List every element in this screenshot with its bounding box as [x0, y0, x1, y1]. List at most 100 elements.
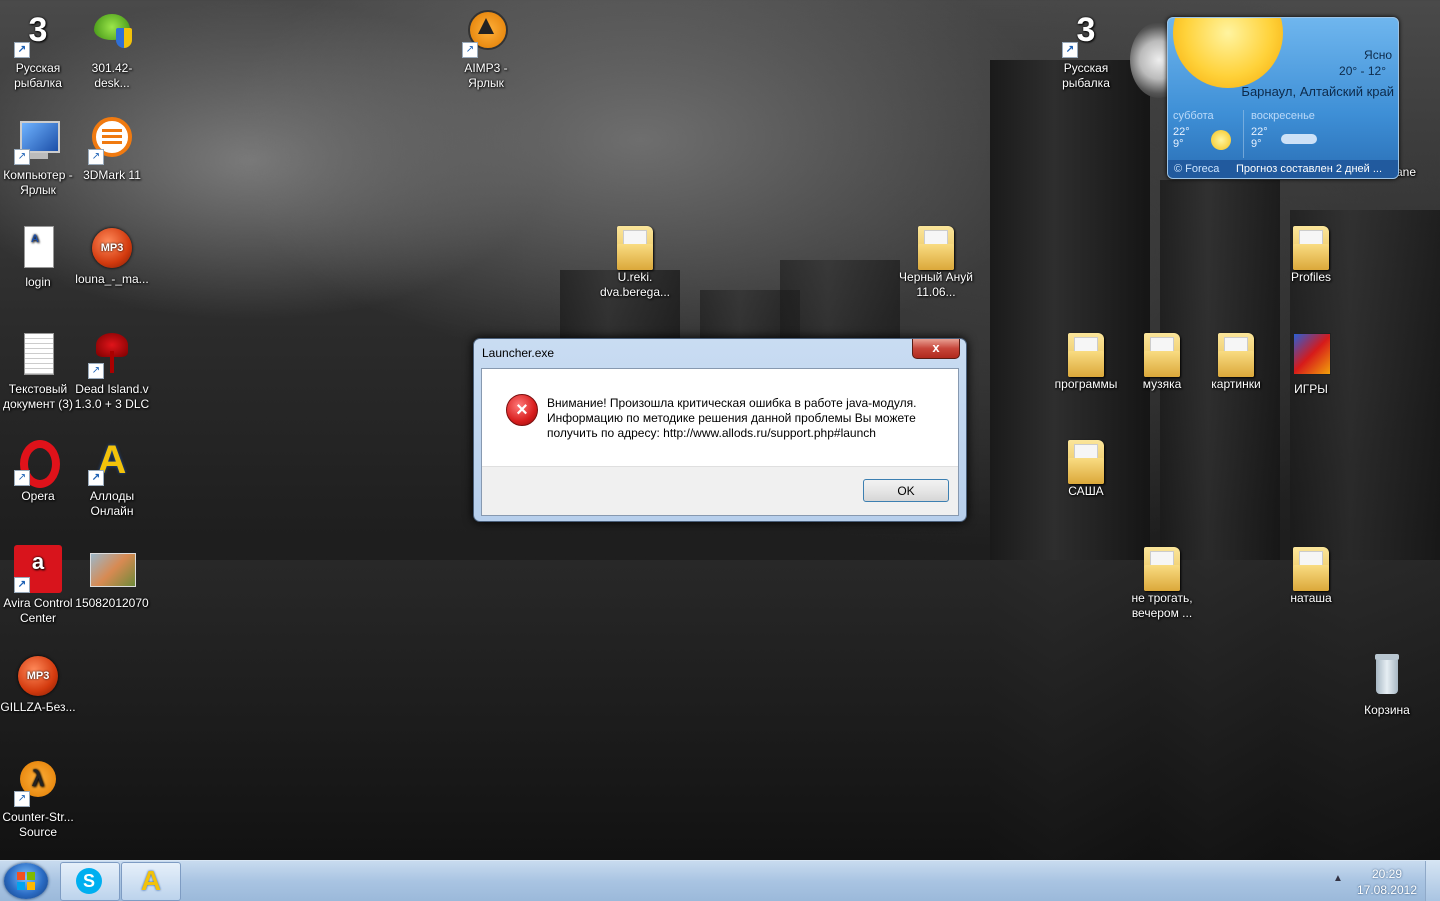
desktop-icon-igry[interactable]: ИГРЫ	[1273, 331, 1349, 397]
desktop-icon-kartinki-folder[interactable]: картинки	[1198, 331, 1274, 392]
dialog-message: Внимание! Произошла критическая ошибка в…	[547, 396, 917, 440]
desktop: 3 ↗ Русская рыбалка ↗ Компьютер - Ярлык A…	[0, 0, 1440, 860]
photo-icon	[88, 545, 136, 593]
desktop-icon-opera[interactable]: ↗ Opera	[0, 438, 76, 504]
close-button[interactable]: x	[912, 339, 960, 359]
russian-fishing-icon: 3 ↗	[14, 10, 62, 58]
desktop-icon-cherny-folder[interactable]: Черный Ануй 11.06...	[898, 224, 974, 300]
3dmark-icon: ↗	[88, 117, 136, 165]
icon-label: GILLZA-Без...	[0, 700, 76, 714]
wallpaper-rubble	[0, 560, 1440, 860]
document-icon: A	[14, 224, 62, 272]
icon-label: AIMP3 - Ярлык	[464, 61, 508, 90]
show-desktop-button[interactable]	[1425, 861, 1440, 901]
dialog-title: Launcher.exe	[482, 346, 555, 360]
weather-brand-link[interactable]: © Foreca	[1174, 160, 1219, 178]
games-icon	[1287, 331, 1335, 379]
desktop-icon-counter-strike[interactable]: λ ↗ Counter-Str... Source	[0, 759, 76, 840]
desktop-icon-allods[interactable]: A ↗ Аллоды Онлайн	[74, 438, 150, 519]
icon-label: Русская рыбалка	[14, 61, 62, 90]
nvidia-installer-icon	[88, 10, 136, 58]
icon-label: Counter-Str... Source	[2, 810, 74, 839]
desktop-icon-russian-fishing-left[interactable]: 3 ↗ Русская рыбалка	[0, 10, 76, 91]
taskbar-skype-button[interactable]: S	[60, 862, 120, 901]
weather-city: Барнаул, Алтайский край	[1241, 84, 1394, 99]
icon-label: музяка	[1142, 377, 1182, 391]
desktop-icon-aimp[interactable]: ↗ AIMP3 - Ярлык	[448, 10, 524, 91]
desktop-icon-louna[interactable]: MP3 louna_-_ma...	[74, 224, 150, 287]
taskbar-allods-button[interactable]: A	[121, 862, 181, 901]
desktop-icon-natasha-folder[interactable]: наташа	[1273, 545, 1349, 606]
desktop-icon-sasha-folder[interactable]: САША	[1048, 438, 1124, 499]
recycle-bin-icon	[1363, 652, 1411, 700]
folder-icon	[617, 226, 653, 270]
desktop-icon-computer[interactable]: ↗ Компьютер - Ярлык	[0, 117, 76, 198]
desktop-icon-muzyka-folder[interactable]: музяка	[1124, 331, 1200, 392]
folder-icon	[1293, 547, 1329, 591]
cloud-icon	[1281, 134, 1317, 144]
forecast-low: 9°	[1251, 138, 1262, 150]
folder-icon	[1218, 333, 1254, 377]
icon-label: Аллоды Онлайн	[89, 489, 135, 518]
desktop-icon-3dmark[interactable]: ↗ 3DMark 11	[74, 117, 150, 183]
forecast-day-sunday: воскресенье 22° 9°	[1251, 110, 1391, 156]
desktop-icon-ureki-folder[interactable]: U.reki. dva.berega...	[597, 224, 673, 300]
forecast-low: 9°	[1173, 138, 1184, 150]
desktop-icon-text-document[interactable]: Текстовый документ (3)	[0, 331, 76, 412]
weather-footer: © Foreca Прогноз составлен 2 дней ...	[1168, 160, 1398, 178]
dialog-button-bar: OK	[482, 466, 958, 515]
desktop-icon-recycle-bin[interactable]: Корзина	[1349, 652, 1425, 718]
mp3-icon: MP3	[92, 228, 132, 268]
clock-time: 20:29	[1371, 867, 1403, 881]
start-button[interactable]	[4, 863, 48, 899]
icon-label: login	[25, 275, 51, 289]
icon-label: Profiles	[1290, 270, 1331, 284]
desktop-icon-gillza[interactable]: MP3 GILLZA-Без...	[0, 652, 76, 715]
icon-label: U.reki. dva.berega...	[599, 270, 671, 299]
desktop-icon-dead-island[interactable]: ↗ Dead Island.v 1.3.0 + 3 DLC	[74, 331, 150, 412]
weather-gadget[interactable]: Ясно 20° - 12° Барнаул, Алтайский край с…	[1167, 17, 1399, 179]
opera-icon: ↗	[14, 438, 62, 488]
sun-icon	[1173, 18, 1283, 88]
windows-logo-icon	[17, 872, 35, 890]
forecast-divider	[1243, 110, 1244, 158]
taskbar-clock[interactable]: 20:29 17.08.2012	[1350, 866, 1424, 898]
show-hidden-icons-icon[interactable]: ▲	[1333, 873, 1343, 884]
forecast-high: 22°	[1251, 126, 1268, 138]
icon-label: Корзина	[1364, 703, 1410, 717]
icon-label: не трогать, вечером ...	[1131, 591, 1193, 620]
desktop-icon-avira[interactable]: a ↗ Avira Control Center	[0, 545, 76, 626]
icon-label: САША	[1068, 484, 1104, 498]
folder-icon	[1068, 333, 1104, 377]
icon-label: louna_-_ma...	[75, 272, 149, 286]
forecast-day-name: суббота	[1173, 110, 1214, 122]
dialog-content: × Внимание! Произошла критическая ошибка…	[481, 368, 959, 516]
russian-fishing-icon: 3 ↗	[1062, 10, 1110, 58]
error-dialog[interactable]: Launcher.exe x × Внимание! Произошла кри…	[473, 338, 967, 522]
folder-icon	[1144, 547, 1180, 591]
error-icon: ×	[506, 394, 538, 426]
sun-icon	[1211, 130, 1231, 150]
allods-icon: A ↗	[88, 438, 136, 486]
desktop-icon-login[interactable]: A login	[0, 224, 76, 290]
icon-label: 301.42-desk...	[91, 61, 133, 90]
close-icon: x	[932, 340, 940, 355]
desktop-icon-programmy-folder[interactable]: программы	[1048, 331, 1124, 392]
folder-icon	[918, 226, 954, 270]
icon-label: Компьютер - Ярлык	[3, 168, 73, 197]
counter-strike-icon: λ ↗	[14, 759, 62, 807]
forecast-high: 22°	[1173, 126, 1190, 138]
icon-label: наташа	[1290, 591, 1332, 605]
folder-icon	[1144, 333, 1180, 377]
icon-label: ИГРЫ	[1294, 382, 1328, 396]
computer-icon: ↗	[14, 117, 62, 165]
folder-icon	[1293, 226, 1329, 270]
desktop-icon-nvidia[interactable]: 301.42-desk...	[74, 10, 150, 91]
ok-button[interactable]: OK	[863, 479, 949, 502]
avira-icon: a ↗	[14, 545, 62, 593]
desktop-icon-ne-trogat-folder[interactable]: не трогать, вечером ...	[1124, 545, 1200, 621]
desktop-icon-photo[interactable]: 15082012070	[74, 545, 150, 611]
desktop-icon-russian-fishing-right[interactable]: 3 ↗ Русская рыбалка	[1048, 10, 1124, 91]
desktop-icon-profiles-folder[interactable]: Profiles	[1273, 224, 1349, 285]
clock-date: 17.08.2012	[1356, 883, 1418, 897]
